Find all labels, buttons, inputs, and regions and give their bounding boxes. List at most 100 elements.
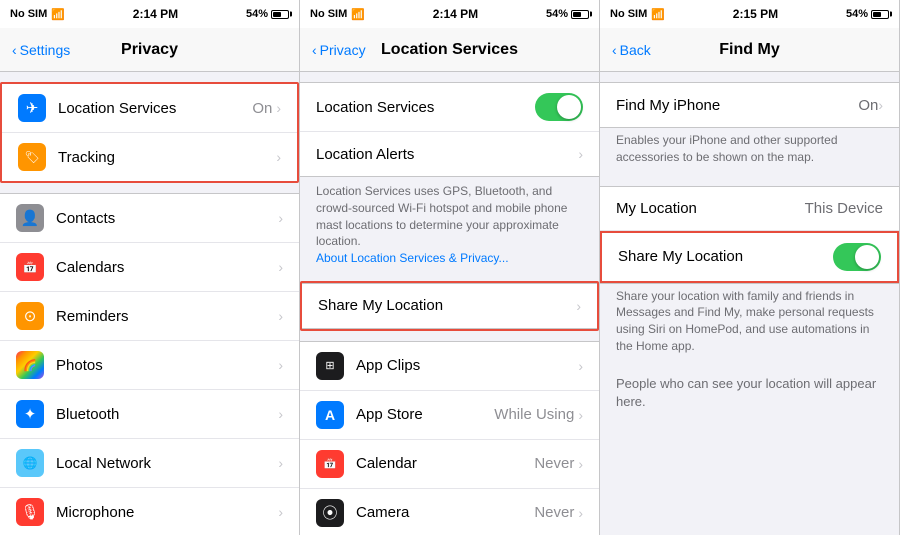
top-section-2: Location Services Location Alerts › Loca…	[300, 82, 599, 277]
time-1: 2:14 PM	[133, 7, 178, 21]
back-label-2[interactable]: Privacy	[320, 42, 366, 58]
find-my-iphone-desc: Enables your iPhone and other supported …	[600, 128, 899, 176]
calendars-label: Calendars	[56, 259, 278, 276]
chevron-left-icon-2: ‹	[312, 42, 317, 58]
nav-title-1: Privacy	[121, 41, 178, 59]
back-button-2[interactable]: ‹ Privacy	[312, 42, 366, 58]
no-sim-label-3: No SIM	[610, 8, 647, 20]
camera-item-2[interactable]: ⦿ Camera Never ›	[300, 489, 599, 535]
microphone-icon: 🎙	[16, 498, 44, 526]
wifi-icon-2: 📶	[351, 8, 365, 21]
nav-bar-2: ‹ Privacy Location Services	[300, 28, 599, 72]
description-text: Location Services uses GPS, Bluetooth, a…	[316, 184, 567, 248]
reminders-label: Reminders	[56, 308, 278, 325]
reminders-icon: ⊙	[16, 302, 44, 330]
calendars-item[interactable]: 📅 Calendars ›	[0, 243, 299, 292]
contacts-label: Contacts	[56, 210, 278, 227]
battery-label-1: 54%	[246, 8, 268, 20]
back-button-1[interactable]: ‹ Settings	[12, 42, 70, 58]
app-store-label: App Store	[356, 406, 494, 423]
status-bar-2: No SIM 📶 2:14 PM 54%	[300, 0, 599, 28]
content-1: ✈ Location Services On › 🏷 Tracking › 👤 …	[0, 72, 299, 535]
time-2: 2:14 PM	[433, 7, 478, 21]
contacts-item[interactable]: 👤 Contacts ›	[0, 194, 299, 243]
calendar-item[interactable]: 📅 Calendar Never ›	[300, 440, 599, 489]
share-location-section: Share My Location ›	[300, 281, 599, 331]
share-my-location-item[interactable]: Share My Location ›	[302, 284, 597, 328]
toggle-knob-share	[855, 245, 879, 269]
app-store-item[interactable]: A App Store While Using ›	[300, 391, 599, 440]
location-alerts-label: Location Alerts	[316, 146, 578, 163]
my-location-label: My Location	[616, 200, 805, 217]
location-services-toggle-label: Location Services	[316, 99, 535, 116]
wifi-icon-1: 📶	[51, 8, 65, 21]
app-store-value: While Using	[494, 406, 574, 423]
other-section-1: 👤 Contacts › 📅 Calendars › ⊙ Reminders ›…	[0, 193, 299, 535]
bluetooth-label: Bluetooth	[56, 406, 278, 423]
back-button-3[interactable]: ‹ Back	[612, 42, 651, 58]
no-sim-label-1: No SIM	[10, 8, 47, 20]
back-label-1[interactable]: Settings	[20, 42, 71, 58]
chevron-icon-tracking: ›	[276, 149, 281, 165]
chevron-left-icon-3: ‹	[612, 42, 617, 58]
status-left-1: No SIM 📶	[10, 8, 65, 21]
status-bar-3: No SIM 📶 2:15 PM 54%	[600, 0, 899, 28]
people-text: People who can see your location will ap…	[600, 365, 899, 421]
tracking-label: Tracking	[58, 149, 276, 166]
nav-title-2: Location Services	[381, 41, 518, 59]
other-group-1: 👤 Contacts › 📅 Calendars › ⊙ Reminders ›…	[0, 193, 299, 535]
app-section: ⊞ App Clips › A App Store While Using › …	[300, 341, 599, 535]
location-privacy-link[interactable]: About Location Services & Privacy...	[316, 251, 509, 265]
contacts-icon: 👤	[16, 204, 44, 232]
panel-location-services: No SIM 📶 2:14 PM 54% ‹ Privacy Location …	[300, 0, 600, 535]
microphone-item[interactable]: 🎙 Microphone ›	[0, 488, 299, 535]
panel-find-my: No SIM 📶 2:15 PM 54% ‹ Back Find My Find…	[600, 0, 900, 535]
app-clips-item[interactable]: ⊞ App Clips ›	[300, 342, 599, 391]
reminders-item[interactable]: ⊙ Reminders ›	[0, 292, 299, 341]
status-left-3: No SIM 📶	[610, 8, 665, 21]
back-label-3[interactable]: Back	[620, 42, 651, 58]
app-group: ⊞ App Clips › A App Store While Using › …	[300, 341, 599, 535]
calendar-label: Calendar	[356, 455, 534, 472]
location-services-toggle-item[interactable]: Location Services	[300, 83, 599, 132]
share-my-location-highlighted: Share My Location	[600, 231, 899, 283]
bluetooth-item[interactable]: ✦ Bluetooth ›	[0, 390, 299, 439]
location-services-toggle[interactable]	[535, 93, 583, 121]
panel-privacy: No SIM 📶 2:14 PM 54% ‹ Settings Privacy …	[0, 0, 300, 535]
tracking-item[interactable]: 🏷 Tracking ›	[2, 133, 297, 181]
local-network-icon: 🌐	[16, 449, 44, 477]
location-services-item[interactable]: ✈ Location Services On ›	[2, 84, 297, 133]
my-location-value: This Device	[805, 200, 883, 217]
location-toggle-group: Location Services Location Alerts ›	[300, 82, 599, 177]
chevron-contacts: ›	[278, 210, 283, 226]
location-alerts-item[interactable]: Location Alerts ›	[300, 132, 599, 176]
status-bar-1: No SIM 📶 2:14 PM 54%	[0, 0, 299, 28]
chevron-microphone: ›	[278, 504, 283, 520]
nav-bar-3: ‹ Back Find My	[600, 28, 899, 72]
local-network-item[interactable]: 🌐 Local Network ›	[0, 439, 299, 488]
microphone-label: Microphone	[56, 504, 278, 521]
chevron-share: ›	[576, 298, 581, 314]
my-location-section: My Location This Device Share My Locatio…	[600, 186, 899, 365]
chevron-app-clips: ›	[578, 358, 583, 374]
nav-title-3: Find My	[719, 41, 779, 59]
find-my-iphone-item[interactable]: Find My iPhone On ›	[600, 83, 899, 127]
local-network-label: Local Network	[56, 455, 278, 472]
chevron-reminders: ›	[278, 308, 283, 324]
photos-icon: 🌈	[16, 351, 44, 379]
tracking-icon: 🏷	[18, 143, 46, 171]
time-3: 2:15 PM	[733, 7, 778, 21]
battery-icon-2	[571, 10, 589, 19]
share-location-group: Share My Location ›	[302, 283, 597, 329]
photos-item[interactable]: 🌈 Photos ›	[0, 341, 299, 390]
share-my-location-item[interactable]: Share My Location	[602, 233, 897, 281]
chevron-left-icon-1: ‹	[12, 42, 17, 58]
chevron-calendars: ›	[278, 259, 283, 275]
location-services-value: On	[252, 100, 272, 117]
share-my-location-toggle[interactable]	[833, 243, 881, 271]
my-location-item: My Location This Device	[600, 187, 899, 231]
app-clips-icon: ⊞	[316, 352, 344, 380]
highlighted-group-1: ✈ Location Services On › 🏷 Tracking ›	[0, 82, 299, 183]
app-store-icon: A	[316, 401, 344, 429]
camera-label-2: Camera	[356, 504, 534, 521]
